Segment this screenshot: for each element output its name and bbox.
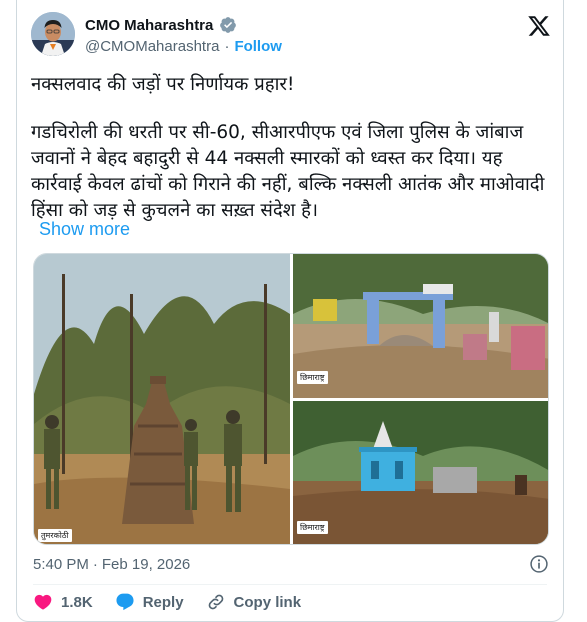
show-more-link[interactable]: Show more bbox=[39, 219, 130, 240]
author-handle[interactable]: @CMOMaharashtra bbox=[85, 38, 219, 55]
tweet-card: CMO Maharashtra @CMOMaharashtra · Follow… bbox=[16, 0, 564, 622]
separator-dot: · bbox=[224, 38, 230, 55]
name-row: CMO Maharashtra bbox=[85, 16, 237, 34]
tweet-paragraph-1: नक्सलवाद की जड़ों पर निर्णायक प्रहार! bbox=[31, 74, 295, 95]
author-name[interactable]: CMO Maharashtra bbox=[85, 17, 213, 34]
action-bar: 1.8K Reply Copy link bbox=[33, 592, 323, 612]
post-date: Feb 19, 2026 bbox=[101, 556, 191, 573]
tweet-text: नक्सलवाद की जड़ों पर निर्णायक प्रहार! गड… bbox=[31, 72, 551, 224]
verified-badge-icon bbox=[220, 17, 237, 33]
photo-location-tag: छिमाराष्ट्र bbox=[297, 521, 328, 534]
photo-location-tag: तुमरकोठी bbox=[38, 529, 72, 542]
reply-bubble-icon bbox=[116, 593, 134, 611]
tweet-paragraph-2: गडचिरोली की धरती पर सी-60, सीआरपीएफ एवं … bbox=[31, 122, 545, 221]
like-button[interactable]: 1.8K bbox=[33, 592, 93, 612]
photo-location-tag: छिमाराष्ट्र bbox=[297, 371, 328, 384]
reply-button[interactable]: Reply bbox=[115, 592, 184, 612]
info-icon[interactable] bbox=[529, 554, 549, 574]
photo-demolished-structure[interactable]: छिमाराष्ट्र bbox=[293, 254, 548, 398]
copy-link-label: Copy link bbox=[233, 593, 302, 611]
post-timestamp[interactable]: 5:40 PM · Feb 19, 2026 bbox=[33, 556, 190, 573]
tweet-header: CMO Maharashtra @CMOMaharashtra · Follow bbox=[31, 12, 551, 64]
reply-label: Reply bbox=[142, 593, 184, 611]
handle-row: @CMOMaharashtra · Follow bbox=[85, 38, 282, 55]
divider bbox=[33, 584, 547, 585]
link-icon bbox=[208, 594, 223, 610]
media-grid: तुमरकोठी छिमाराष्ट्र छिमाराष्ट्र bbox=[33, 253, 549, 545]
timestamp-separator: · bbox=[92, 556, 98, 573]
like-count: 1.8K bbox=[61, 593, 93, 611]
avatar[interactable] bbox=[31, 12, 75, 56]
post-time: 5:40 PM bbox=[33, 556, 89, 573]
x-logo-icon[interactable] bbox=[527, 14, 551, 38]
follow-button[interactable]: Follow bbox=[234, 38, 282, 55]
photo-blue-memorial[interactable]: छिमाराष्ट्र bbox=[293, 401, 548, 544]
heart-icon bbox=[34, 594, 52, 610]
copy-link-button[interactable]: Copy link bbox=[206, 592, 302, 612]
photo-soldiers-monument[interactable]: तुमरकोठी bbox=[34, 254, 290, 544]
